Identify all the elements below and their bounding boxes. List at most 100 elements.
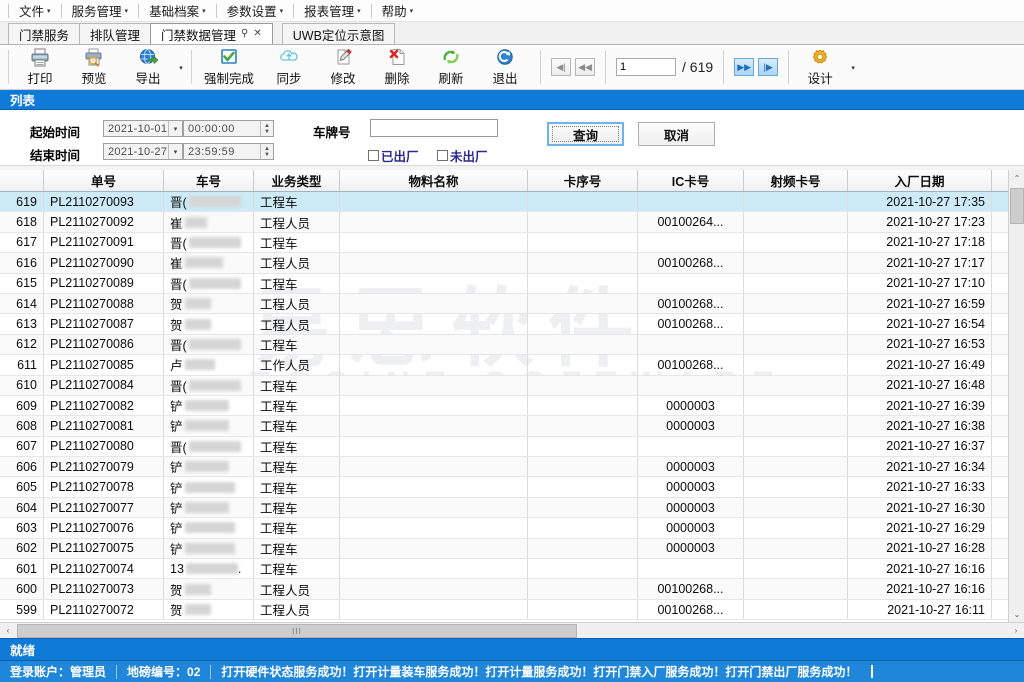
design-button[interactable]: 设计 xyxy=(793,46,847,89)
cancel-button[interactable]: 取消 xyxy=(638,122,715,146)
table-row[interactable]: 610PL2110270084晋(工程车2021-10-27 16:48 xyxy=(0,376,1008,396)
chevron-down-icon[interactable]: ▾ xyxy=(168,121,182,136)
grid-header-mat[interactable]: 物料名称 xyxy=(340,170,528,191)
next-page-button[interactable]: ▶▶ xyxy=(734,58,754,76)
sync-button[interactable]: 同步 xyxy=(262,46,316,89)
end-time-spinner[interactable]: 23:59:59 ▲▼ xyxy=(183,143,274,160)
table-row[interactable]: 619PL2110270093晋(工程车2021-10-27 17:35 xyxy=(0,192,1008,212)
table-row[interactable]: 611PL2110270085卢工作人员00100268...2021-10-2… xyxy=(0,355,1008,375)
plate-number-input[interactable] xyxy=(370,119,498,137)
first-page-button[interactable]: ◀| xyxy=(551,58,571,76)
grid-header-idx[interactable] xyxy=(0,170,44,191)
table-row[interactable]: 603PL2110270076铲工程车00000032021-10-27 16:… xyxy=(0,518,1008,538)
delete-button[interactable]: 删除 xyxy=(370,46,424,89)
close-icon[interactable]: ✕ xyxy=(253,29,261,39)
edit-button[interactable]: 修改 xyxy=(316,46,370,89)
plate-redacted-region xyxy=(185,604,211,615)
grid-header-plate[interactable]: 车号 xyxy=(164,170,254,191)
scroll-up-button[interactable]: ⌃ xyxy=(1009,170,1024,186)
spinner-icon[interactable]: ▲▼ xyxy=(260,121,273,136)
tab-access-service[interactable]: 门禁服务 xyxy=(8,23,80,44)
tab-strip: 门禁服务 排队管理 门禁数据管理 ⚲ ✕ UWB定位示意图 xyxy=(0,22,1024,45)
table-row[interactable]: 604PL2110270077铲工程车00000032021-10-27 16:… xyxy=(0,498,1008,518)
horizontal-scrollbar[interactable]: ‹ III › xyxy=(0,622,1024,638)
checkbox-departed[interactable]: 已出厂 xyxy=(368,146,419,165)
table-row[interactable]: 612PL2110270086晋(工程车2021-10-27 16:53 xyxy=(0,335,1008,355)
vertical-scroll-thumb[interactable] xyxy=(1010,188,1024,224)
vertical-scrollbar[interactable]: ⌃ ⌄ xyxy=(1008,170,1024,622)
checkbox-not-departed[interactable]: 未出厂 xyxy=(437,146,488,165)
cell-mat xyxy=(340,294,528,313)
menu-item-report-management[interactable]: 报表管理 ▾ xyxy=(296,0,369,22)
cell-rf xyxy=(744,579,848,598)
grid-header-date[interactable]: 入厂日期 xyxy=(848,170,992,191)
grid-header-biz[interactable]: 业务类型 xyxy=(254,170,340,191)
table-row[interactable]: 614PL2110270088贺工程人员00100268...2021-10-2… xyxy=(0,294,1008,314)
tab-queue-management[interactable]: 排队管理 xyxy=(79,23,151,44)
start-date-picker[interactable]: 2021-10-01 ▾ xyxy=(103,120,183,137)
cell-biz: 工程车 xyxy=(254,335,340,354)
start-time-spinner[interactable]: 00:00:00 ▲▼ xyxy=(183,120,274,137)
cell-seq xyxy=(528,314,638,333)
table-row[interactable]: 609PL2110270082铲工程车00000032021-10-27 16:… xyxy=(0,396,1008,416)
table-row[interactable]: 601PL211027007413.工程车2021-10-27 16:16 xyxy=(0,559,1008,579)
cell-biz: 工程人员 xyxy=(254,600,340,619)
export-dropdown-button[interactable]: ▾ xyxy=(175,47,187,87)
tab-access-data-management[interactable]: 门禁数据管理 ⚲ ✕ xyxy=(150,23,273,44)
grid-header-rf[interactable]: 射频卡号 xyxy=(744,170,848,191)
table-row[interactable]: 605PL2110270078铲工程车00000032021-10-27 16:… xyxy=(0,477,1008,497)
spinner-icon[interactable]: ▲▼ xyxy=(260,144,273,159)
horizontal-scroll-thumb[interactable]: III xyxy=(17,624,577,638)
table-row[interactable]: 615PL2110270089晋(工程车2021-10-27 17:10 xyxy=(0,274,1008,294)
scroll-right-button[interactable]: › xyxy=(1008,623,1024,639)
cell-plate: 贺 xyxy=(164,600,254,619)
query-button[interactable]: 查询 xyxy=(547,122,624,146)
status-scale-number: 地磅编号：02 xyxy=(117,661,210,682)
table-row[interactable]: 618PL2110270092崔工程人员00100264...2021-10-2… xyxy=(0,212,1008,232)
scroll-left-button[interactable]: ‹ xyxy=(0,623,16,639)
plate-prefix: 铲 xyxy=(170,416,183,435)
menu-item-basic-archive[interactable]: 基础档案 ▾ xyxy=(141,0,214,22)
preview-button[interactable]: 预览 xyxy=(67,46,121,89)
end-date-picker[interactable]: 2021-10-27 ▾ xyxy=(103,143,183,160)
tab-uwb-positioning-diagram[interactable]: UWB定位示意图 xyxy=(282,23,396,44)
gear-icon xyxy=(810,47,830,67)
chevron-down-icon[interactable]: ▾ xyxy=(168,144,182,159)
table-row[interactable]: 602PL2110270075铲工程车00000032021-10-27 16:… xyxy=(0,539,1008,559)
scroll-grip-icon: III xyxy=(292,627,302,636)
menu-item-file[interactable]: 文件 ▾ xyxy=(11,0,59,22)
table-row[interactable]: 617PL2110270091晋(工程车2021-10-27 17:18 xyxy=(0,233,1008,253)
table-row[interactable]: 607PL2110270080晋(工程车2021-10-27 16:37 xyxy=(0,437,1008,457)
prev-page-button[interactable]: ◀◀ xyxy=(575,58,595,76)
checkbox-box[interactable] xyxy=(437,150,448,161)
page-number-input[interactable] xyxy=(616,58,676,76)
table-row[interactable]: 606PL2110270079铲工程车00000032021-10-27 16:… xyxy=(0,457,1008,477)
grid-header-order[interactable]: 单号 xyxy=(44,170,164,191)
force-complete-button[interactable]: 强制完成 xyxy=(196,46,262,89)
last-page-button[interactable]: |▶ xyxy=(758,58,778,76)
plate-redacted-region xyxy=(185,319,211,330)
menu-item-parameter-settings[interactable]: 参数设置 ▾ xyxy=(219,0,292,22)
print-button[interactable]: 打印 xyxy=(13,46,67,89)
cell-ic xyxy=(638,233,744,252)
table-row[interactable]: 613PL2110270087贺工程人员00100268...2021-10-2… xyxy=(0,314,1008,334)
export-button[interactable]: 导出 xyxy=(121,46,175,89)
menu-item-service-management[interactable]: 服务管理 ▾ xyxy=(64,0,137,22)
cell-order: PL2110270072 xyxy=(44,600,164,619)
menu-item-help[interactable]: 帮助 ▾ xyxy=(374,0,422,22)
table-row[interactable]: 600PL2110270073贺工程人员00100268...2021-10-2… xyxy=(0,579,1008,599)
pin-icon[interactable]: ⚲ xyxy=(241,29,248,39)
page-number-group: / 619 xyxy=(610,58,719,76)
table-row[interactable]: 608PL2110270081铲工程车00000032021-10-27 16:… xyxy=(0,416,1008,436)
refresh-button[interactable]: 刷新 xyxy=(424,46,478,89)
table-row[interactable]: 599PL2110270072贺工程人员00100268...2021-10-2… xyxy=(0,600,1008,620)
grid-header-seq[interactable]: 卡序号 xyxy=(528,170,638,191)
design-dropdown-button[interactable]: ▾ xyxy=(847,47,859,87)
table-row[interactable]: 616PL2110270090崔工程人员00100268...2021-10-2… xyxy=(0,253,1008,273)
exit-button[interactable]: 退出 xyxy=(478,46,532,89)
cell-date: 2021-10-27 16:16 xyxy=(848,559,992,578)
checkbox-box[interactable] xyxy=(368,150,379,161)
scroll-down-button[interactable]: ⌄ xyxy=(1009,606,1024,622)
grid-header-ic[interactable]: IC卡号 xyxy=(638,170,744,191)
cell-ic: 00100268... xyxy=(638,600,744,619)
